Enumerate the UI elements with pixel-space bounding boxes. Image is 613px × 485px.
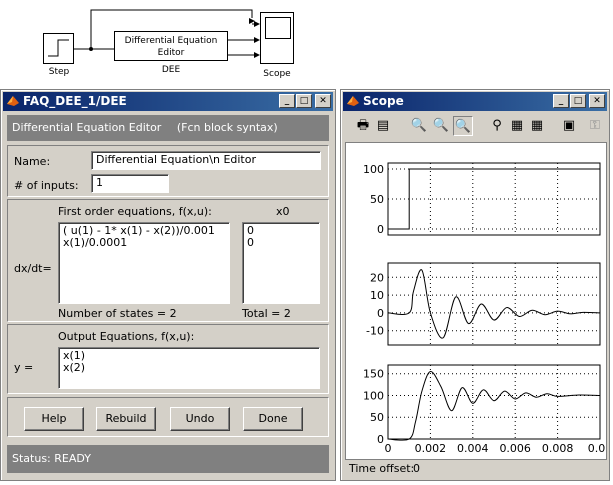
close-button[interactable]: ✕ (589, 94, 605, 108)
plot-3-ytick: 100 (363, 389, 384, 402)
scope-screen-icon (265, 17, 291, 39)
undo-button[interactable]: Undo (170, 407, 230, 431)
plot-3-xtick: 0.006 (499, 442, 531, 455)
name-panel: Name: Differential Equation\n Editor # o… (7, 145, 329, 197)
plot-3-xtick: 0.01 (588, 442, 606, 455)
plot-2-ytick: 20 (370, 271, 384, 284)
scope-plot-area: 100 50 0 20 10 0 -10 150 100 50 0 0 0.002 0.004 0.006 0… (345, 142, 612, 460)
buttons-panel: Help Rebuild Undo Done (7, 397, 329, 437)
plot-1-ytick: 0 (377, 223, 384, 236)
plot-3-xtick: 0.004 (457, 442, 489, 455)
total-label: Total = 2 (242, 307, 291, 320)
scope-label: Scope (263, 69, 291, 79)
time-offset-label: Time offset: (349, 462, 415, 475)
dee-label: DEE (161, 65, 181, 75)
maximize-button[interactable]: □ (570, 94, 586, 108)
scope-window-title: Scope (363, 94, 404, 108)
plot-2-ytick: 10 (370, 289, 384, 302)
plot-3-xtick: 0.002 (415, 442, 447, 455)
plot-2-ytick: -10 (366, 325, 384, 338)
help-button[interactable]: Help (24, 407, 84, 431)
maximize-button[interactable]: □ (296, 94, 312, 108)
close-button[interactable]: ✕ (315, 94, 331, 108)
matlab-logo-icon (7, 96, 19, 106)
inputs-field[interactable]: 1 (91, 174, 169, 193)
restore-axes-icon[interactable]: ▦ (527, 116, 547, 136)
zoom-y-icon[interactable]: 🔍 (453, 116, 473, 136)
parameters-icon[interactable]: ▤ (373, 116, 393, 136)
matlab-logo-icon (347, 96, 359, 106)
rebuild-button[interactable]: Rebuild (96, 407, 156, 431)
scope-window: Scope _ □ ✕ 🖶 ▤ 🔍 🔍 🔍 ⚲ ▦ ▦ ▣ ⚿ 100 50 0 20… (340, 89, 612, 481)
diagram-connections (74, 9, 260, 58)
x0-label: x0 (276, 205, 290, 218)
scope-plots: 10050020100-101501005000 0.002 0.004 0.006 0… (363, 162, 612, 455)
floating-scope-icon[interactable]: ▣ (559, 116, 579, 136)
output-label: Output Equations, f(x,u): (58, 330, 195, 343)
scope-toolbar: 🖶 ▤ 🔍 🔍 🔍 ⚲ ▦ ▦ ▣ ⚿ (345, 116, 607, 138)
scope-block[interactable] (260, 12, 294, 64)
plot-3-xtick: 0 (385, 442, 392, 455)
dee-title-bar[interactable]: FAQ_DEE_1/DEE _ □ ✕ (3, 92, 333, 111)
output-panel: Output Equations, f(x,u): y = x(1) x(2) (7, 324, 329, 394)
first-order-label: First order equations, f(x,u): (58, 205, 212, 218)
states-count: Number of states = 2 (58, 307, 177, 320)
plot-3-ytick: 0 (377, 433, 384, 446)
name-label: Name: (14, 155, 51, 168)
plot-3-ytick: 50 (370, 411, 384, 424)
dee-block-text: Differential Equation Editor (124, 36, 218, 58)
lock-icon[interactable]: ⚿ (585, 116, 605, 136)
plot-1-ytick: 100 (363, 163, 384, 176)
dee-header-title: Differential Equation Editor (12, 121, 162, 134)
plot-2-ytick: 0 (377, 307, 384, 320)
autoscale-icon[interactable]: ⚲ (487, 116, 507, 136)
time-offset-value: 0 (413, 462, 420, 475)
equations-textarea[interactable]: ( u(1) - 1* x(1) - x(2))/0.001 x(1)/0.00… (58, 222, 230, 304)
outputs-textarea[interactable]: x(1) x(2) (58, 347, 320, 389)
minimize-button[interactable]: _ (279, 94, 295, 108)
save-axes-icon[interactable]: ▦ (507, 116, 527, 136)
plot-3-xtick: 0.008 (542, 442, 574, 455)
plot-2-frame (387, 262, 601, 346)
dee-header-bar: Differential Equation Editor (Fcn block … (7, 115, 329, 141)
scope-title-bar[interactable]: Scope _ □ ✕ (343, 92, 607, 111)
inputs-label: # of inputs: (14, 179, 79, 192)
name-field[interactable]: Differential Equation\n Editor (91, 151, 321, 170)
done-button[interactable]: Done (243, 407, 303, 431)
zoom-x-icon[interactable]: 🔍 (431, 116, 451, 136)
step-label: Step (48, 67, 70, 77)
status-bar: Status: READY (7, 445, 329, 473)
dee-window: FAQ_DEE_1/DEE _ □ ✕ Differential Equatio… (0, 89, 336, 481)
dee-header-note: (Fcn block syntax) (176, 121, 278, 134)
equations-panel: First order equations, f(x,u): x0 dx/dt=… (7, 199, 329, 322)
plot-3-ytick: 150 (363, 368, 384, 381)
dee-window-title: FAQ_DEE_1/DEE (23, 94, 127, 108)
dxdt-label: dx/dt= (14, 262, 52, 275)
dee-block[interactable]: Differential Equation Editor (114, 31, 228, 61)
y-label: y = (14, 361, 34, 374)
plot-1-ytick: 50 (370, 193, 384, 206)
zoom-icon[interactable]: 🔍 (409, 116, 429, 136)
step-icon (48, 39, 69, 57)
step-block[interactable] (43, 33, 74, 64)
print-icon[interactable]: 🖶 (353, 116, 373, 136)
minimize-button[interactable]: _ (553, 94, 569, 108)
x0-textarea[interactable]: 0 0 (242, 222, 320, 304)
